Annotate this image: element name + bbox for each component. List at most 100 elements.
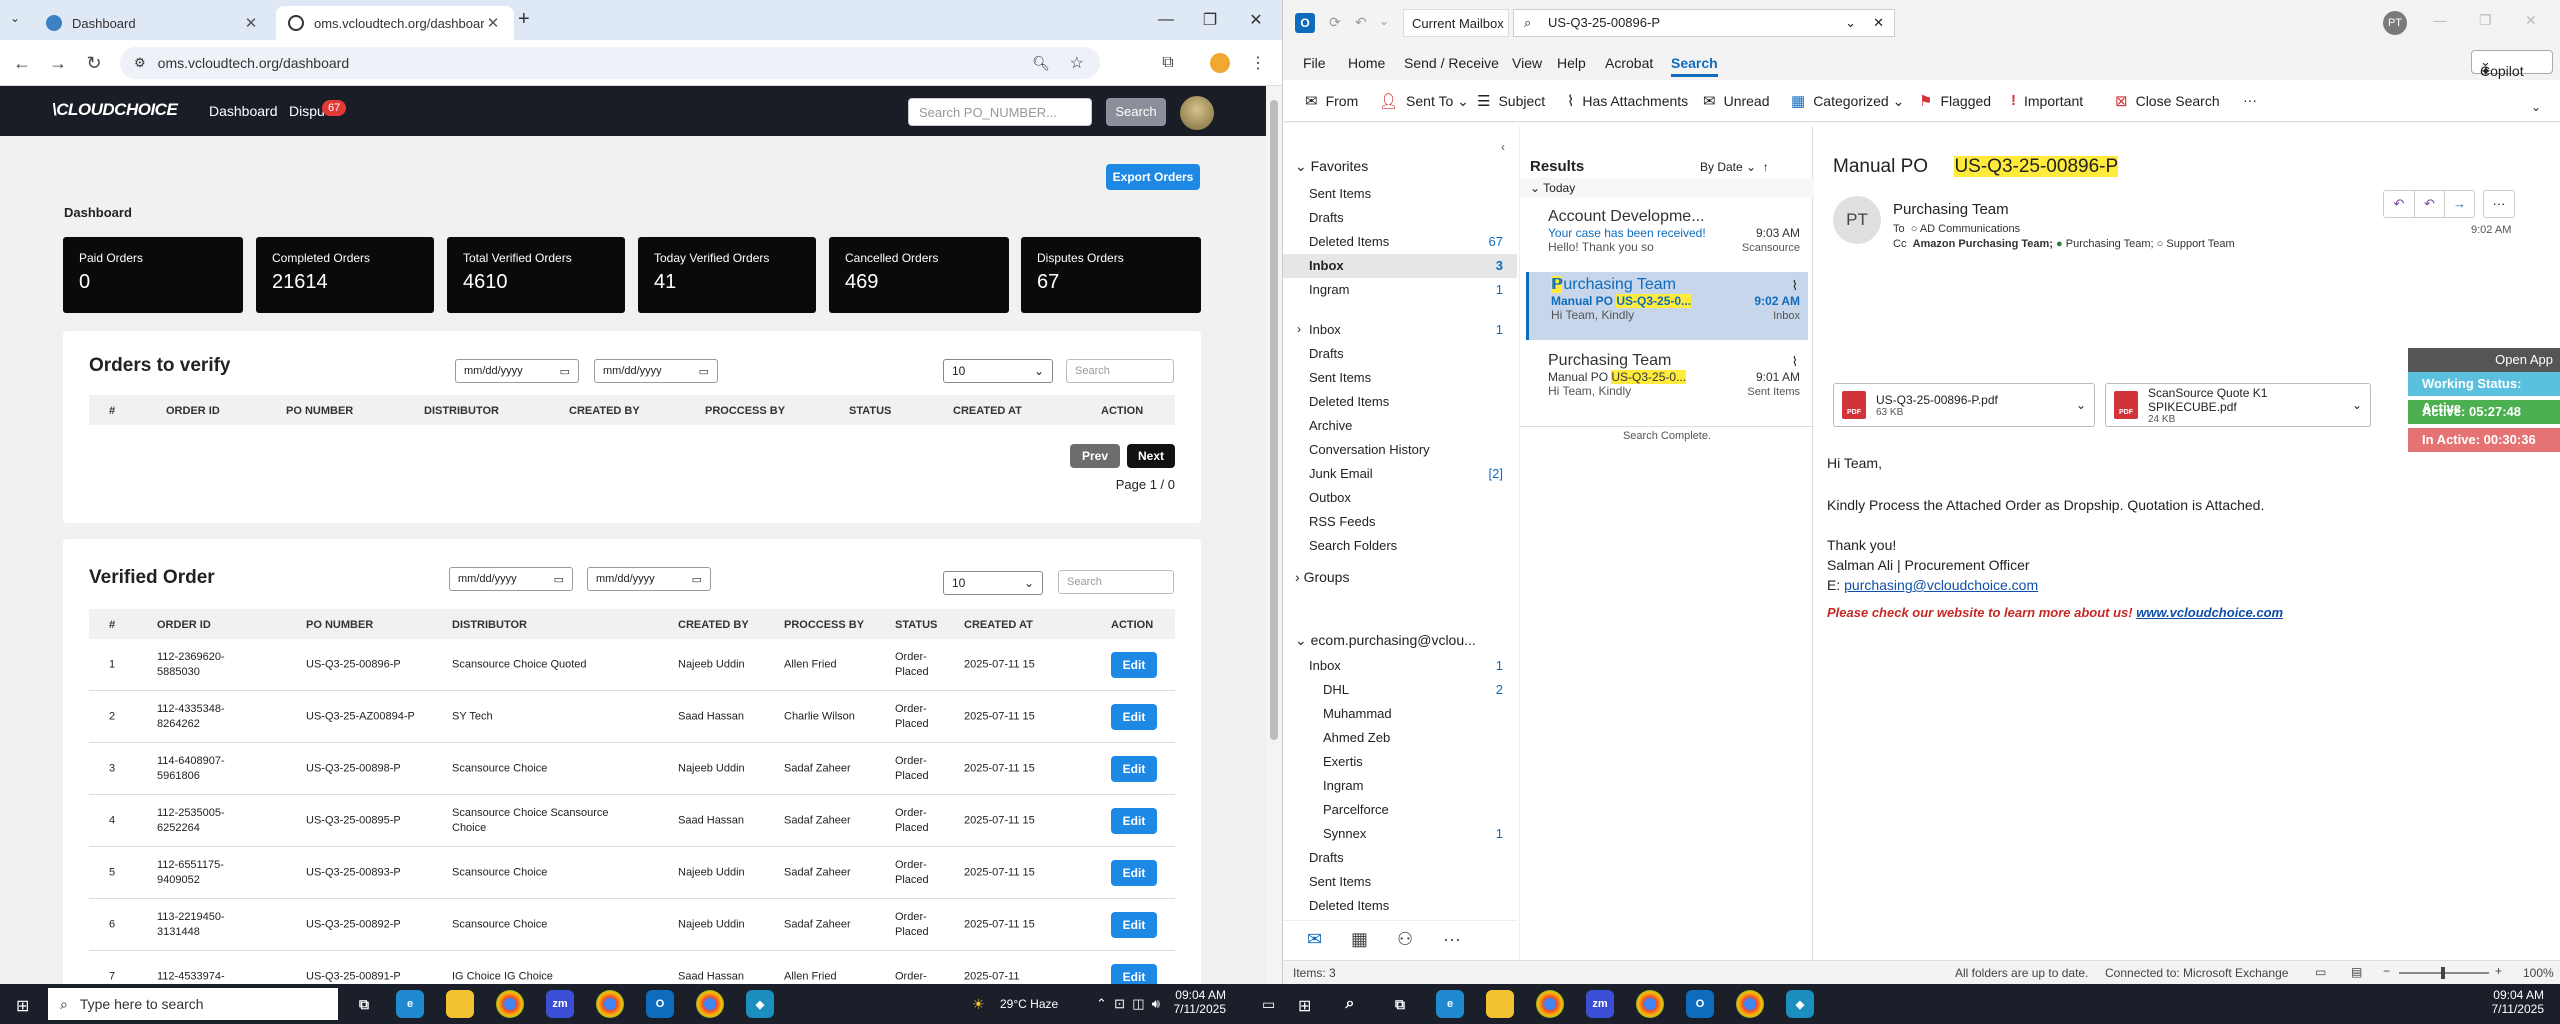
nav-dashboard[interactable]: Dashboard bbox=[209, 103, 278, 119]
menu-help[interactable]: Help bbox=[1557, 55, 1586, 71]
message-item-selected[interactable]: PPurchasing Team Manual PO US-Q3-25-0...… bbox=[1526, 272, 1808, 340]
zoom-in-button[interactable]: + bbox=[2495, 964, 2502, 978]
close-icon[interactable]: ✕ bbox=[242, 14, 260, 32]
ribbon-unread[interactable]: ✉ Unread bbox=[1703, 92, 1770, 110]
close-icon[interactable]: ✕ bbox=[1873, 10, 1884, 36]
minimize-button[interactable]: — bbox=[1146, 0, 1186, 40]
site-logo[interactable]: \CLOUDCHOICE bbox=[52, 100, 178, 120]
edit-button[interactable]: Edit bbox=[1111, 652, 1157, 678]
message-item[interactable]: Account Developme... Your case has been … bbox=[1526, 204, 1808, 272]
email-link[interactable]: purchasing@vcloudchoice.com bbox=[1844, 577, 2038, 593]
attachment-quote-pdf[interactable]: PDF ScanSource Quote K1 SPIKECUBE.pdf 24 … bbox=[2105, 383, 2371, 427]
menu-search[interactable]: Search bbox=[1671, 55, 1718, 77]
chrome-icon[interactable] bbox=[1636, 990, 1664, 1018]
website-link[interactable]: www.vcloudchoice.com bbox=[2136, 605, 2283, 620]
date-from-input[interactable]: mm/dd/yyyy ▭ bbox=[449, 567, 573, 591]
folder-muhammad[interactable]: Muhammad bbox=[1283, 702, 1517, 726]
ribbon-subject[interactable]: ☰ Subject bbox=[1477, 92, 1545, 110]
menu-file[interactable]: File bbox=[1303, 55, 1326, 71]
close-window-button[interactable]: ✕ bbox=[2525, 12, 2537, 29]
verify-search-input[interactable]: Search bbox=[1066, 359, 1174, 383]
folder-ingram[interactable]: Ingram bbox=[1283, 774, 1517, 798]
folder-drafts[interactable]: Drafts bbox=[1283, 206, 1517, 230]
edit-button[interactable]: Edit bbox=[1111, 756, 1157, 782]
profile-icon[interactable] bbox=[1208, 51, 1232, 75]
search-icon[interactable]: ⌕ bbox=[1336, 990, 1364, 1018]
zoom-app-icon[interactable]: zm bbox=[546, 990, 574, 1018]
copilot-button[interactable]: ✦ Copilot ⌄ bbox=[2471, 50, 2553, 79]
windows-start-icon[interactable]: ⊞ bbox=[1298, 996, 1311, 1016]
chrome-icon[interactable] bbox=[1736, 990, 1764, 1018]
ribbon-more-icon[interactable]: ··· bbox=[2243, 92, 2257, 108]
ribbon-categorized[interactable]: ▦ Categorized ⌄ bbox=[1791, 92, 1904, 111]
mail-icon[interactable]: ✉ bbox=[1307, 929, 1322, 950]
verified-search-input[interactable]: Search bbox=[1058, 570, 1174, 594]
folder-deleted-items[interactable]: Deleted Items bbox=[1283, 390, 1517, 414]
more-apps-icon[interactable]: ··· bbox=[1443, 929, 1461, 950]
user-avatar[interactable] bbox=[1180, 96, 1214, 130]
folder-dhl[interactable]: DHL 2 bbox=[1283, 678, 1517, 702]
groups-header[interactable]: › Groups bbox=[1295, 569, 1349, 585]
folder-inbox[interactable]: Inbox 1 bbox=[1283, 318, 1517, 342]
site-info-icon[interactable]: ⚙ bbox=[134, 55, 146, 71]
page-size-select[interactable]: 10 ⌄ bbox=[943, 571, 1043, 595]
maximize-button[interactable]: ❐ bbox=[2479, 12, 2492, 29]
folder-outbox[interactable]: Outbox bbox=[1283, 486, 1517, 510]
edit-button[interactable]: Edit bbox=[1111, 860, 1157, 886]
po-search-input[interactable]: Search PO_NUMBER... bbox=[908, 98, 1092, 126]
back-icon[interactable]: ← bbox=[10, 51, 34, 75]
task-view-icon[interactable]: ⧉ bbox=[350, 990, 378, 1018]
forward-icon[interactable]: → bbox=[2444, 191, 2474, 217]
folder-search-folders[interactable]: Search Folders bbox=[1283, 534, 1517, 558]
edge-icon[interactable]: e bbox=[396, 990, 424, 1018]
folder-drafts[interactable]: Drafts bbox=[1283, 342, 1517, 366]
file-explorer-icon[interactable] bbox=[1486, 990, 1514, 1018]
date-to-input[interactable]: mm/dd/yyyy ▭ bbox=[587, 567, 711, 591]
tab-dashboard[interactable]: Dashboard ✕ bbox=[34, 6, 272, 40]
date-from-input[interactable]: mm/dd/yyyy ▭ bbox=[455, 359, 579, 383]
folder-inbox[interactable]: Inbox 1 bbox=[1283, 654, 1517, 678]
ribbon-flagged[interactable]: ⚑ Flagged bbox=[1919, 92, 1991, 110]
folder-exertis[interactable]: Exertis bbox=[1283, 750, 1517, 774]
attachment-po-pdf[interactable]: PDF US-Q3-25-00896-P.pdf 63 KB ⌄ bbox=[1833, 383, 2095, 427]
favorites-header[interactable]: ⌄ Favorites bbox=[1295, 158, 1368, 175]
menu-view[interactable]: View bbox=[1512, 55, 1542, 71]
ribbon-has-attachments[interactable]: ⌇ Has Attachments bbox=[1567, 92, 1688, 110]
edge-icon[interactable]: e bbox=[1436, 990, 1464, 1018]
folder-junk-email[interactable]: Junk Email [2] bbox=[1283, 462, 1517, 486]
taskbar-clock-2[interactable]: 09:04 AM 7/11/2025 bbox=[2484, 988, 2545, 1016]
outlook-icon[interactable]: O bbox=[646, 990, 674, 1018]
folder-deleted-items[interactable]: Deleted Items 67 bbox=[1283, 230, 1517, 254]
minimize-button[interactable]: — bbox=[2433, 12, 2447, 28]
page-scrollbar[interactable] bbox=[1266, 86, 1282, 984]
reading-view-icon[interactable]: ▤ bbox=[2351, 965, 2362, 979]
menu-icon[interactable]: ⋮ bbox=[1246, 51, 1270, 75]
mailbox-scope-select[interactable]: Current Mailbox ⌄ bbox=[1403, 9, 1509, 59]
message-item[interactable]: Purchasing Team Manual PO US-Q3-25-0... … bbox=[1526, 348, 1808, 416]
zoom-app-icon[interactable]: zm bbox=[1586, 990, 1614, 1018]
folder-sent-items[interactable]: Sent Items bbox=[1283, 182, 1517, 206]
app-icon[interactable]: ◆ bbox=[1786, 990, 1814, 1018]
chevron-down-icon[interactable]: ⌄ bbox=[1845, 10, 1856, 36]
close-icon[interactable]: ✕ bbox=[484, 14, 502, 32]
folder-ingram[interactable]: Ingram 1 bbox=[1283, 278, 1517, 302]
ribbon-from[interactable]: ✉ From bbox=[1305, 92, 1358, 110]
menu-acrobat[interactable]: Acrobat bbox=[1605, 55, 1653, 71]
next-button[interactable]: Next bbox=[1127, 444, 1175, 468]
prev-button[interactable]: Prev bbox=[1070, 444, 1120, 468]
outlook-icon[interactable]: O bbox=[1686, 990, 1714, 1018]
people-icon[interactable]: ⚇ bbox=[1397, 929, 1413, 950]
chrome-icon[interactable] bbox=[596, 990, 624, 1018]
calendar-icon[interactable]: ▭ bbox=[699, 365, 709, 378]
taskbar-search[interactable]: ⌕ Type here to search bbox=[48, 988, 338, 1020]
ribbon-collapse-icon[interactable]: ⌄ bbox=[2531, 100, 2541, 114]
calendar-icon[interactable]: ▭ bbox=[554, 573, 564, 586]
reload-icon[interactable]: ↻ bbox=[82, 51, 106, 75]
sort-by-date-button[interactable]: By Date ⌄ ↑ bbox=[1700, 160, 1769, 174]
folder-archive[interactable]: Archive bbox=[1283, 414, 1517, 438]
bookmark-star-icon[interactable]: ☆ bbox=[1070, 53, 1084, 73]
menu-home[interactable]: Home bbox=[1348, 55, 1385, 71]
collapse-pane-icon[interactable]: ‹ bbox=[1501, 140, 1505, 154]
folder-conversation-history[interactable]: Conversation History bbox=[1283, 438, 1517, 462]
calendar-icon[interactable]: ▭ bbox=[692, 573, 702, 586]
